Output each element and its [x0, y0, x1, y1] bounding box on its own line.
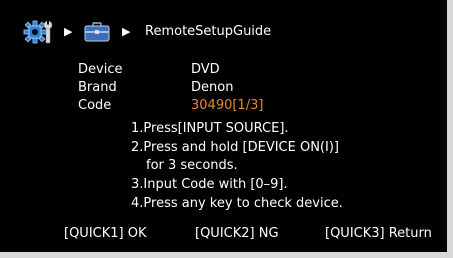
- setup-gear-wrench-icon: [23, 20, 53, 44]
- brand-label: Brand: [78, 80, 117, 95]
- breadcrumb-arrow-icon: ▶: [64, 25, 73, 38]
- page-title: RemoteSetupGuide: [145, 24, 272, 39]
- instruction-step: for 3 seconds.: [146, 158, 238, 173]
- quick1-ok-option[interactable]: [QUICK1] OK: [64, 226, 147, 241]
- instruction-step: 2.Press and hold [DEVICE ON(I)]: [131, 140, 339, 155]
- quick3-return-option[interactable]: [QUICK3] Return: [325, 226, 432, 241]
- toolbox-icon: [84, 22, 110, 42]
- instruction-step: 3.Input Code with [0–9].: [131, 177, 288, 192]
- instruction-step: 1.Press[INPUT SOURCE].: [131, 121, 289, 136]
- osd-screen: ▶ ▶ RemoteSetupGuide Device DVD Brand De…: [0, 0, 453, 258]
- code-label: Code: [78, 98, 112, 113]
- quick2-ng-option[interactable]: [QUICK2] NG: [195, 226, 279, 241]
- breadcrumb: ▶ ▶ RemoteSetupGuide: [18, 14, 438, 44]
- device-label: Device: [78, 62, 123, 77]
- code-value: 30490[1/3]: [191, 98, 264, 113]
- instruction-step: 4.Press any key to check device.: [131, 196, 343, 211]
- device-value: DVD: [191, 62, 220, 77]
- breadcrumb-arrow-icon: ▶: [122, 25, 131, 38]
- brand-value: Denon: [191, 80, 234, 95]
